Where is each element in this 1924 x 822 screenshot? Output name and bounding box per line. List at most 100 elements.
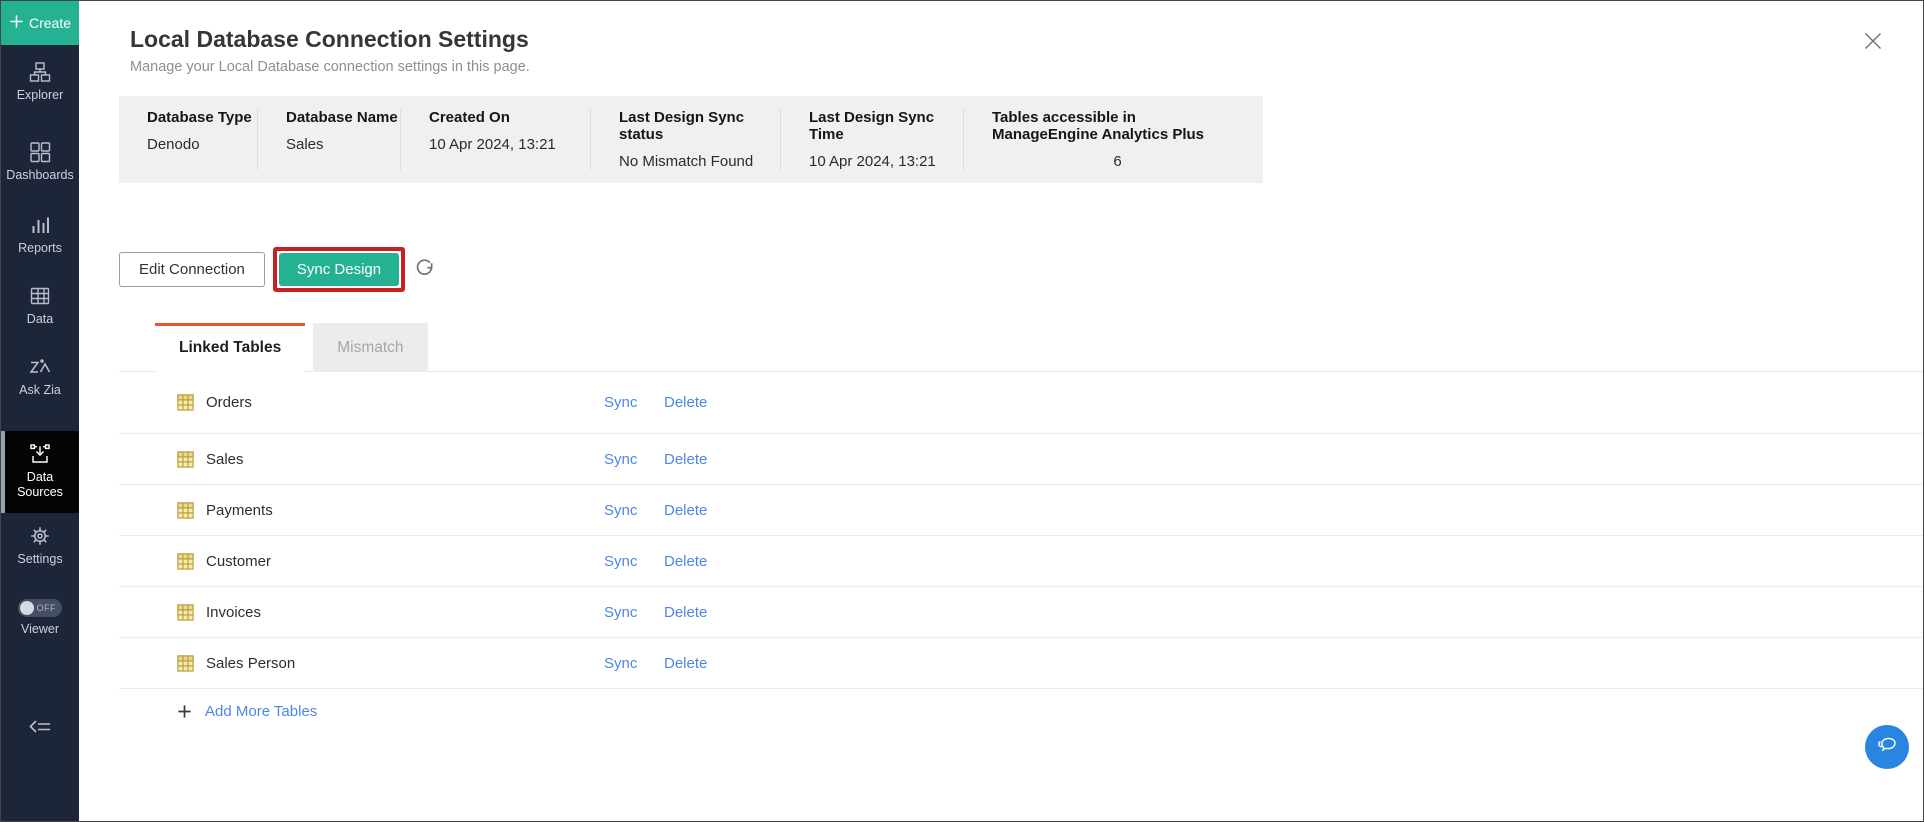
table-row: Sales Person Sync Delete	[119, 638, 1923, 689]
table-icon	[177, 451, 194, 468]
explorer-icon	[29, 61, 51, 83]
sidebar-item-settings[interactable]: Settings	[1, 525, 79, 567]
add-more-tables-label: Add More Tables	[205, 703, 317, 720]
sync-link[interactable]: Sync	[604, 604, 644, 621]
sidebar-item-dashboards[interactable]: Dashboards	[1, 141, 79, 183]
info-label: Last Design Sync status	[619, 109, 780, 143]
sync-link[interactable]: Sync	[604, 394, 644, 411]
table-name: Customer	[206, 553, 604, 570]
delete-link[interactable]: Delete	[664, 604, 707, 621]
info-col-tables-accessible: Tables accessible in ManageEngine Analyt…	[963, 109, 1263, 170]
table-icon	[177, 502, 194, 519]
close-icon[interactable]	[1861, 29, 1885, 58]
collapse-sidebar-button[interactable]	[28, 716, 52, 743]
dashboards-icon	[29, 141, 51, 163]
data-sources-icon	[29, 443, 51, 465]
toolbar: Edit Connection Sync Design	[119, 247, 1923, 292]
viewer-label: Viewer	[21, 622, 59, 636]
chat-icon	[1875, 733, 1899, 762]
bar-chart-icon	[29, 214, 51, 236]
sidebar-item-label: Dashboards	[6, 168, 73, 183]
main-panel: Local Database Connection Settings Manag…	[79, 1, 1923, 821]
page-title: Local Database Connection Settings	[130, 26, 1923, 53]
info-value: Denodo	[147, 136, 257, 153]
sidebar-item-reports[interactable]: Reports	[1, 214, 79, 256]
sidebar-item-explorer[interactable]: Explorer	[1, 61, 79, 103]
info-col-created-on: Created On 10 Apr 2024, 13:21	[400, 109, 590, 170]
delete-link[interactable]: Delete	[664, 655, 707, 672]
create-label: Create	[29, 15, 71, 31]
plus-icon	[9, 14, 24, 32]
page-header: Local Database Connection Settings Manag…	[130, 26, 1923, 75]
zia-icon	[29, 356, 51, 378]
delete-link[interactable]: Delete	[664, 394, 707, 411]
info-label: Last Design Sync Time	[809, 109, 963, 143]
table-name: Invoices	[206, 604, 604, 621]
chat-fab-button[interactable]	[1865, 725, 1909, 769]
table-icon	[177, 655, 194, 672]
info-label: Created On	[429, 109, 590, 126]
table-icon	[177, 553, 194, 570]
info-label: Database Name	[286, 109, 400, 126]
sync-link[interactable]: Sync	[604, 553, 644, 570]
page-subtitle: Manage your Local Database connection se…	[130, 59, 1923, 75]
table-row: Customer Sync Delete	[119, 536, 1923, 587]
info-col-database-type: Database Type Denodo	[119, 109, 257, 170]
toggle-knob	[20, 601, 34, 615]
tab-linked-tables[interactable]: Linked Tables	[155, 323, 305, 372]
linked-tables-list: Orders Sync Delete Sales Sync Delete Pay…	[119, 372, 1923, 689]
tab-mismatch[interactable]: Mismatch	[313, 323, 427, 372]
viewer-section: OFF Viewer	[18, 599, 62, 636]
sidebar-item-label: Settings	[17, 552, 62, 567]
sidebar-item-label: Ask Zia	[19, 383, 61, 398]
highlight-box: Sync Design	[273, 247, 405, 292]
table-row: Orders Sync Delete	[119, 372, 1923, 434]
delete-link[interactable]: Delete	[664, 451, 707, 468]
sidebar-item-ask-zia[interactable]: Ask Zia	[1, 356, 79, 398]
sidebar-item-label: Explorer	[17, 88, 64, 103]
add-more-tables[interactable]: Add More Tables	[119, 703, 1923, 720]
sync-link[interactable]: Sync	[604, 502, 644, 519]
connection-info-strip: Database Type Denodo Database Name Sales…	[119, 96, 1263, 183]
sidebar-item-data[interactable]: Data	[1, 285, 79, 327]
info-value: 10 Apr 2024, 13:21	[809, 153, 963, 170]
table-name: Sales Person	[206, 655, 604, 672]
info-label: Database Type	[147, 109, 257, 126]
info-value: Sales	[286, 136, 400, 153]
info-col-sync-status: Last Design Sync status No Mismatch Foun…	[590, 109, 780, 170]
sync-link[interactable]: Sync	[604, 451, 644, 468]
table-icon	[177, 604, 194, 621]
app-window: Create Explorer Dashboards	[0, 0, 1924, 822]
sync-design-button[interactable]: Sync Design	[279, 253, 399, 286]
table-row: Sales Sync Delete	[119, 434, 1923, 485]
sync-link[interactable]: Sync	[604, 655, 644, 672]
gear-icon	[29, 525, 51, 547]
table-grid-icon	[29, 285, 51, 307]
active-indicator	[1, 431, 5, 513]
info-col-sync-time: Last Design Sync Time 10 Apr 2024, 13:21	[780, 109, 963, 170]
sidebar-item-label: Data Sources	[5, 470, 75, 500]
table-icon	[177, 394, 194, 411]
viewer-toggle[interactable]: OFF	[18, 599, 62, 617]
collapse-icon	[28, 725, 52, 742]
sidebar-item-label: Reports	[18, 241, 62, 256]
edit-connection-button[interactable]: Edit Connection	[119, 252, 265, 287]
table-row: Invoices Sync Delete	[119, 587, 1923, 638]
table-name: Orders	[206, 394, 604, 411]
table-name: Payments	[206, 502, 604, 519]
info-value: 10 Apr 2024, 13:21	[429, 136, 590, 153]
table-row: Payments Sync Delete	[119, 485, 1923, 536]
toggle-state-label: OFF	[37, 599, 57, 617]
create-button[interactable]: Create	[1, 1, 79, 45]
delete-link[interactable]: Delete	[664, 502, 707, 519]
delete-link[interactable]: Delete	[664, 553, 707, 570]
add-icon	[177, 704, 192, 719]
table-name: Sales	[206, 451, 604, 468]
sidebar: Create Explorer Dashboards	[1, 1, 79, 821]
tab-bar: Linked Tables Mismatch	[119, 323, 1923, 372]
info-value: 6	[992, 153, 1243, 170]
sidebar-item-label: Data	[27, 312, 53, 327]
sidebar-item-data-sources[interactable]: Data Sources	[1, 431, 79, 513]
refresh-icon[interactable]	[414, 259, 435, 280]
info-label: Tables accessible in ManageEngine Analyt…	[992, 109, 1243, 143]
